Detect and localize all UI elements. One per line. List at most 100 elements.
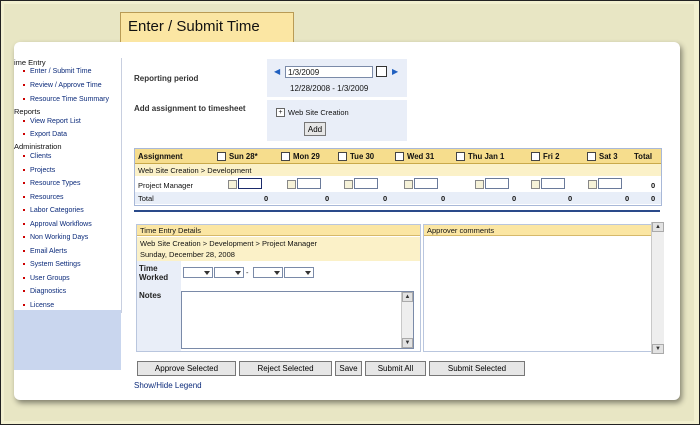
day-select-checkbox[interactable]	[456, 152, 465, 162]
pencil-icon[interactable]	[228, 180, 237, 189]
sidebar-item-review-approve-time[interactable]: Review / Approve Time	[23, 82, 102, 89]
day-header-tue[interactable]: Tue 30	[338, 152, 374, 162]
sidebar-item-system-settings[interactable]: System Settings	[23, 261, 81, 268]
prev-period-arrow-icon[interactable]: ◀	[274, 67, 280, 76]
sidebar-item-enter-submit-time[interactable]: Enter / Submit Time	[23, 68, 91, 75]
day-select-checkbox[interactable]	[587, 152, 596, 162]
day-total-fri: 0	[568, 194, 573, 203]
role-name: Project Manager	[138, 181, 194, 190]
time-input-wed[interactable]	[414, 178, 438, 189]
row-total-value: 0	[651, 181, 656, 190]
entry-path-text: Web Site Creation > Development > Projec…	[140, 239, 318, 248]
day-select-checkbox[interactable]	[338, 152, 347, 162]
day-total-thu: 0	[512, 194, 517, 203]
sidebar-item-clients[interactable]: Clients	[23, 153, 51, 160]
sidebar-item-email-alerts[interactable]: Email Alerts	[23, 248, 67, 255]
assignment-column-header: Assignment	[138, 152, 183, 161]
bullet-icon	[23, 196, 25, 199]
time-entry-details-header: Time Entry Details	[137, 225, 420, 236]
reject-selected-button[interactable]: Reject Selected	[239, 361, 332, 376]
scroll-up-icon[interactable]: ▲	[402, 292, 413, 302]
day-select-checkbox[interactable]	[395, 152, 404, 162]
pencil-icon[interactable]	[344, 180, 353, 189]
time-input-sun[interactable]	[238, 178, 262, 189]
sidebar-blue-strip	[14, 310, 121, 370]
pencil-icon[interactable]	[475, 180, 484, 189]
reporting-period-label: Reporting period	[134, 74, 199, 83]
bullet-icon	[23, 250, 25, 253]
time-input-tue[interactable]	[354, 178, 378, 189]
pencil-icon[interactable]	[531, 180, 540, 189]
assignment-box	[267, 100, 407, 141]
day-header-sat[interactable]: Sat 3	[587, 152, 618, 162]
sidebar-item-license[interactable]: License	[23, 302, 54, 309]
sidebar-item-resource-types[interactable]: Resource Types	[23, 180, 80, 187]
entry-label-column: Time Worked Notes	[137, 261, 181, 351]
time-worked-label: Time Worked	[139, 264, 169, 282]
time-input-thu[interactable]	[485, 178, 509, 189]
next-period-arrow-icon[interactable]: ▶	[392, 67, 398, 76]
bullet-icon	[23, 70, 25, 73]
time-input-mon[interactable]	[297, 178, 321, 189]
start-hour-select[interactable]	[183, 267, 213, 278]
day-header-sun[interactable]: Sun 28*	[217, 152, 258, 162]
calendar-icon[interactable]	[376, 66, 387, 77]
scroll-down-icon[interactable]: ▼	[652, 344, 664, 354]
bullet-icon	[23, 263, 25, 266]
sidebar-group-reports: Reports	[14, 107, 41, 116]
bullet-icon	[23, 98, 25, 101]
bullet-icon	[23, 277, 25, 280]
bullet-icon	[23, 290, 25, 293]
sidebar-item-approval-workflows[interactable]: Approval Workflows	[23, 221, 92, 228]
sidebar-item-export-data[interactable]: Export Data	[23, 131, 67, 138]
sidebar-item-view-report-list[interactable]: View Report List	[23, 118, 81, 125]
submit-selected-button[interactable]: Submit Selected	[429, 361, 525, 376]
time-separator: -	[246, 268, 249, 277]
pencil-icon[interactable]	[404, 180, 413, 189]
day-select-checkbox[interactable]	[217, 152, 226, 162]
day-select-checkbox[interactable]	[531, 152, 540, 162]
sidebar-item-diagnostics[interactable]: Diagnostics	[23, 288, 66, 295]
show-hide-legend-link[interactable]: Show/Hide Legend	[134, 381, 202, 390]
sidebar-item-projects[interactable]: Projects	[23, 167, 55, 174]
scroll-up-icon[interactable]: ▲	[652, 222, 664, 232]
approver-comments-panel: Approver comments	[423, 224, 653, 352]
page-title: Enter / Submit Time	[120, 12, 294, 42]
day-total-sat: 0	[625, 194, 630, 203]
day-header-thu[interactable]: Thu Jan 1	[456, 152, 504, 162]
notes-textarea[interactable]: ▲ ▼	[181, 291, 414, 349]
entry-context-block: Web Site Creation > Development > Projec…	[137, 237, 420, 261]
scroll-down-icon[interactable]: ▼	[402, 338, 413, 348]
pencil-icon[interactable]	[287, 180, 296, 189]
day-select-checkbox[interactable]	[281, 152, 290, 162]
time-input-sat[interactable]	[598, 178, 622, 189]
end-hour-select[interactable]	[253, 267, 283, 278]
add-assignment-button[interactable]: Add	[304, 122, 326, 136]
time-input-fri[interactable]	[541, 178, 565, 189]
day-header-fri[interactable]: Fri 2	[531, 152, 559, 162]
sidebar-item-non-working-days[interactable]: Non Working Days	[23, 234, 88, 241]
sidebar-item-user-groups[interactable]: User Groups	[23, 275, 70, 282]
bullet-icon	[23, 169, 25, 172]
expand-tree-icon[interactable]: +	[276, 108, 285, 117]
save-button[interactable]: Save	[335, 361, 362, 376]
pencil-icon[interactable]	[588, 180, 597, 189]
sidebar-item-resource-time-summary[interactable]: Resource Time Summary	[23, 96, 109, 103]
main-scrollbar[interactable]: ▲ ▼	[651, 222, 664, 354]
submit-all-button[interactable]: Submit All	[365, 361, 426, 376]
notes-scrollbar[interactable]: ▲ ▼	[401, 292, 413, 348]
end-minute-select[interactable]	[284, 267, 314, 278]
start-minute-select[interactable]	[214, 267, 244, 278]
approve-selected-button[interactable]: Approve Selected	[137, 361, 236, 376]
reporting-date-input[interactable]: 1/3/2009	[285, 66, 373, 78]
project-path-row: Web Site Creation > Development	[135, 164, 661, 176]
assignment-tree-item[interactable]: Web Site Creation	[288, 108, 349, 117]
bullet-icon	[23, 155, 25, 158]
notes-label: Notes	[139, 291, 162, 300]
totals-row: Total 0 0 0 0 0 0 0 0	[135, 192, 661, 204]
sidebar-item-resources[interactable]: Resources	[23, 194, 63, 201]
day-header-wed[interactable]: Wed 31	[395, 152, 434, 162]
bullet-icon	[23, 182, 25, 185]
sidebar-item-labor-categories[interactable]: Labor Categories	[23, 207, 84, 214]
day-header-mon[interactable]: Mon 29	[281, 152, 320, 162]
